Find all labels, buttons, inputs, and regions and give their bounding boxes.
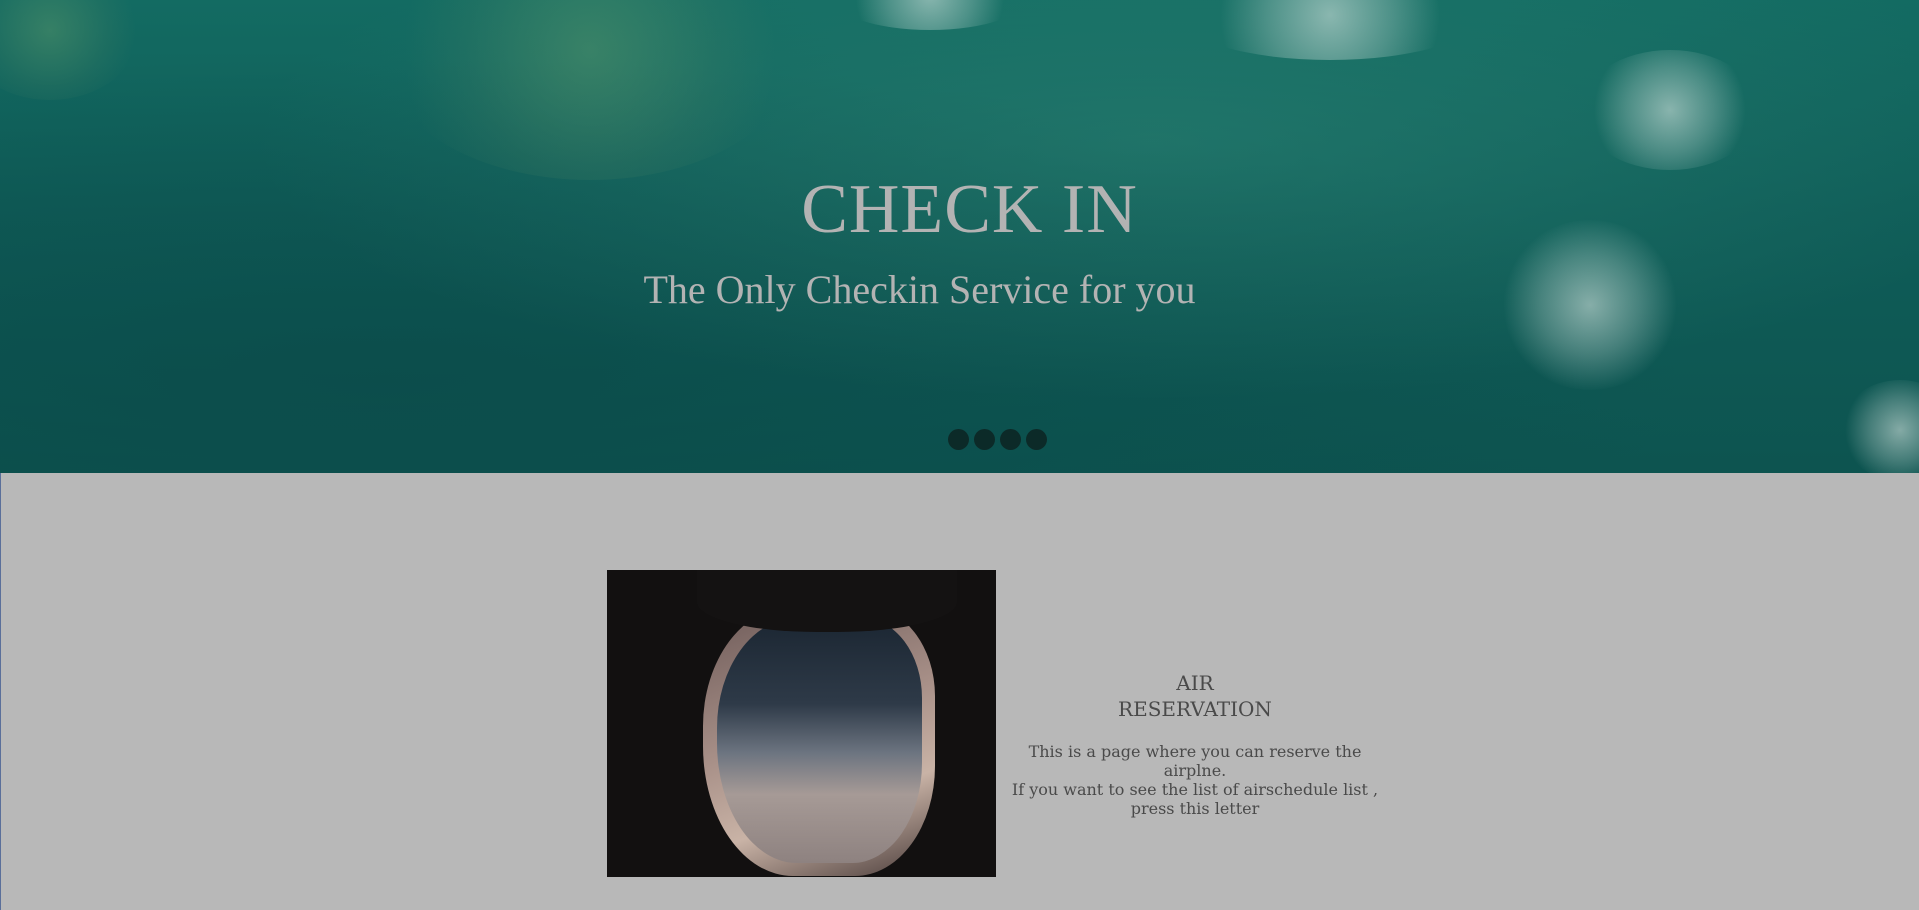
airplane-window-image [607, 570, 996, 877]
wave-foam [1580, 50, 1760, 170]
reservation-info: AIR RESERVATION This is a page where you… [1000, 670, 1390, 818]
wave-foam [1180, 0, 1480, 60]
description-line-1: This is a page where you can reserve the… [1028, 742, 1362, 780]
reef-texture [380, 0, 800, 180]
window-shade [697, 570, 957, 632]
slider-indicators [948, 429, 1047, 450]
reservation-description: This is a page where you can reserve the… [1005, 742, 1385, 818]
slide-dot-3[interactable] [1000, 429, 1021, 450]
window-glass [717, 618, 922, 863]
wave-foam [830, 0, 1030, 30]
page-edge [0, 473, 1, 910]
reservation-title: AIR RESERVATION [1118, 671, 1272, 721]
hero-banner: CHECK IN The Only Checkin Service for yo… [0, 0, 1919, 473]
slide-dot-2[interactable] [974, 429, 995, 450]
reef-texture [0, 0, 140, 100]
schedule-list-link[interactable]: press this letter [1005, 799, 1385, 818]
wave-foam [1840, 380, 1919, 473]
description-line-2: If you want to see the list of airschedu… [1011, 780, 1379, 799]
hero-title: CHECK IN [801, 171, 1138, 248]
hero-subtitle: The Only Checkin Service for you [643, 267, 1196, 312]
slide-dot-1[interactable] [948, 429, 969, 450]
slide-dot-4[interactable] [1026, 429, 1047, 450]
